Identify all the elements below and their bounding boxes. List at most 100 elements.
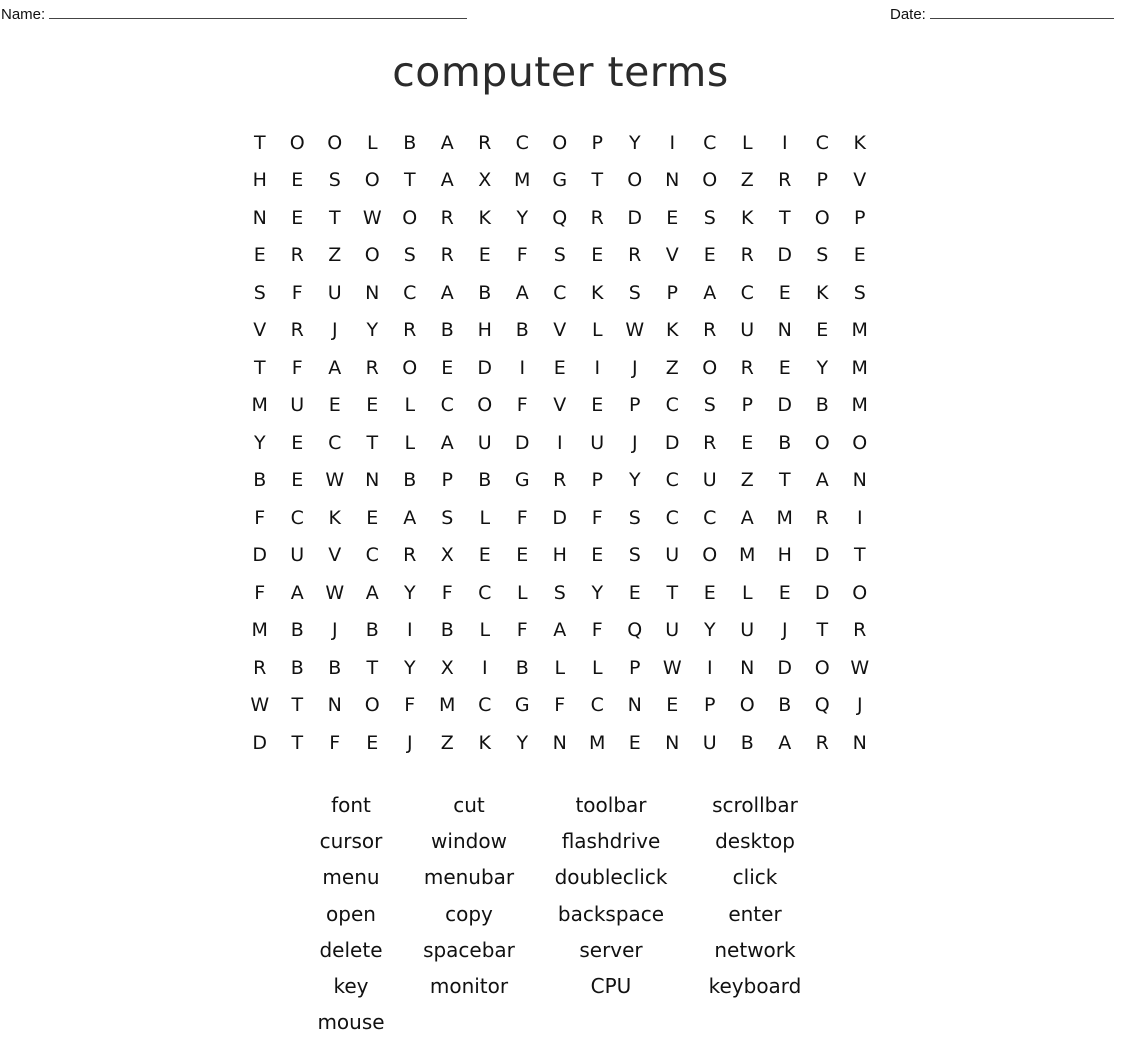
grid-cell: E [591,394,604,417]
grid-cell: R [403,319,417,342]
grid-cell: E [516,544,529,567]
grid-cell: R [290,244,304,267]
grid-cell: G [514,469,530,492]
grid-cell: D [777,244,793,267]
grid-cell: F [329,731,341,754]
grid-cell: J [331,619,338,642]
grid-cell: E [703,244,716,267]
grid-cell: Z [665,356,679,379]
grid-cell: M [851,356,868,379]
grid-cell: F [516,394,528,417]
word-list-item: font [331,793,371,817]
grid-cell: V [665,244,679,267]
grid-cell: E [441,356,454,379]
word-list-item: mouse [317,1010,385,1035]
grid-cell: M [514,169,531,192]
grid-cell: I [481,656,488,679]
word-list-item: menu [322,865,380,890]
grid-cell: F [291,356,303,379]
grid-cell: L [591,319,603,342]
grid-cell: Y [403,581,416,604]
grid-cell: J [406,731,413,754]
grid-cell: R [815,731,829,754]
grid-cell: W [325,469,345,492]
grid-cell: Y [703,619,716,642]
grid-cell: R [740,356,754,379]
grid-cell: A [328,356,342,379]
grid-cell: O [702,544,718,567]
grid-cell: R [553,469,567,492]
grid-cell: N [777,319,792,342]
grid-cell: T [666,581,679,604]
grid-cell: N [327,694,342,717]
grid-cell: C [665,506,679,529]
grid-cell: L [404,431,416,454]
grid-cell: B [778,694,792,717]
grid-cell: F [516,244,528,267]
grid-cell: Q [627,619,643,642]
name-label: Name: [1,6,46,23]
grid-cell: I [669,131,676,154]
grid-cell: E [816,319,829,342]
grid-cell: J [781,619,788,642]
grid-cell: E [291,169,304,192]
grid-cell: A [440,431,454,454]
grid-cell: O [327,131,343,154]
grid-cell: T [253,356,266,379]
grid-cell: Z [740,169,754,192]
grid-cell: B [403,131,417,154]
grid-cell: W [850,656,870,679]
grid-cell: M [851,394,868,417]
grid-cell: W [325,581,345,604]
word-list-item: CPU [590,973,632,998]
grid-cell: R [403,544,417,567]
grid-cell: D [252,731,268,754]
grid-cell: M [439,694,456,717]
grid-cell: P [816,169,828,192]
grid-cell: N [852,731,867,754]
grid-cell: I [556,431,563,454]
grid-cell: C [290,506,304,529]
grid-cell: T [778,206,791,229]
grid-cell: R [703,319,717,342]
grid-cell: O [814,656,830,679]
grid-cell: U [665,544,680,567]
grid-cell: B [478,469,492,492]
grid-cell: S [628,506,641,529]
date-field: Date: [890,4,1114,23]
grid-cell: E [478,544,491,567]
word-list-item: backspace [557,901,665,926]
date-blank-line [929,4,1114,19]
grid-cell: U [477,431,492,454]
grid-cell: D [777,394,793,417]
grid-cell: O [402,206,418,229]
grid-cell: T [328,206,341,229]
grid-cell: Y [366,319,379,342]
grid-cell: O [627,169,643,192]
grid-cell: N [627,694,642,717]
grid-cell: Y [403,656,416,679]
grid-cell: K [591,281,604,304]
grid-cell: C [703,131,717,154]
grid-cell: C [703,506,717,529]
grid-cell: F [254,581,266,604]
grid-cell: E [478,244,491,267]
grid-cell: O [702,169,718,192]
puzzle-title: computer terms [392,48,729,96]
grid-cell: F [591,619,603,642]
word-list-item: delete [319,937,383,962]
grid-cell: B [290,656,304,679]
grid-cell: L [516,581,528,604]
grid-cell: O [364,244,380,267]
grid-cell: L [479,619,491,642]
grid-cell: F [591,506,603,529]
grid-cell: E [328,394,341,417]
grid-cell: Y [591,581,604,604]
grid-cell: S [553,244,566,267]
grid-cell: U [327,281,342,304]
grid-cell: B [515,656,529,679]
grid-cell: D [514,431,530,454]
grid-cell: F [291,281,303,304]
grid-cell: X [478,169,492,192]
grid-cell: L [741,581,753,604]
